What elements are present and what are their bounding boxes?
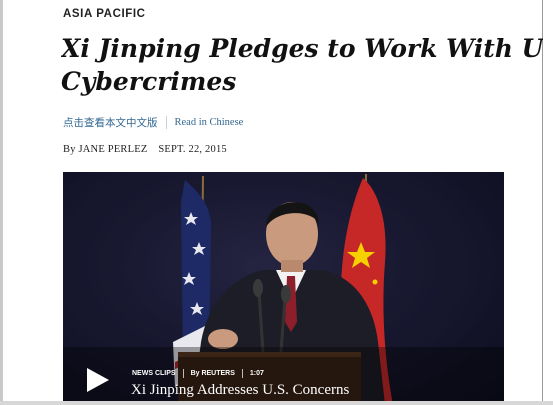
chinese-version-link[interactable]: 点击查看本文中文版	[63, 115, 158, 130]
video-duration: 1:07	[249, 370, 264, 377]
video-title[interactable]: Xi Jinping Addresses U.S. Concerns	[131, 382, 349, 399]
publish-date: SEPT. 22, 2015	[158, 144, 227, 155]
play-icon[interactable]	[87, 368, 109, 392]
byline: By JANE PERLEZ SEPT. 22, 2015	[63, 144, 227, 155]
author-name[interactable]: JANE PERLEZ	[78, 144, 147, 155]
video-source: By REUTERS	[190, 370, 235, 377]
video-still-image	[63, 172, 504, 405]
meta-divider	[241, 369, 243, 378]
headline-line-2: Cybercrimes	[61, 67, 237, 96]
headline-line-1: Xi Jinping Pledges to Work With U.S. t	[61, 34, 543, 63]
video-player[interactable]: NEWS CLIPS By REUTERS 1:07 Xi Jinping Ad…	[63, 172, 504, 405]
video-meta: NEWS CLIPS By REUTERS 1:07	[132, 369, 264, 378]
language-divider	[165, 116, 167, 129]
article-headline: Xi Jinping Pledges to Work With U.S. t C…	[61, 32, 543, 98]
window-left-edge	[0, 0, 3, 405]
meta-divider	[182, 369, 184, 378]
window-scrollbar[interactable]	[542, 0, 553, 405]
language-toggle: 点击查看本文中文版 Read in Chinese	[63, 115, 243, 130]
read-in-chinese-link[interactable]: Read in Chinese	[175, 117, 244, 128]
byline-prefix: By	[63, 144, 76, 155]
window-bottom-edge	[0, 401, 553, 405]
section-label[interactable]: ASIA PACIFIC	[63, 8, 146, 20]
video-series: NEWS CLIPS	[132, 370, 176, 377]
